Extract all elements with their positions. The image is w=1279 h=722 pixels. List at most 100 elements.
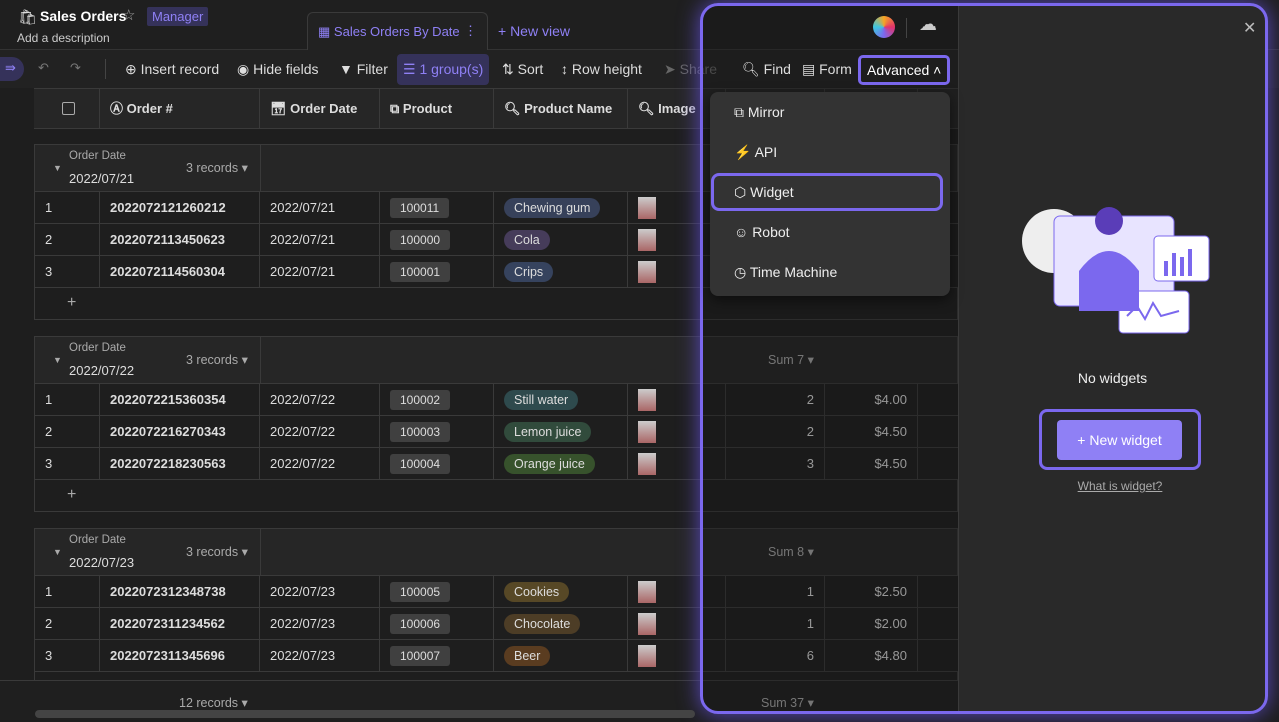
horizontal-scrollbar[interactable] [35, 710, 695, 718]
mirror-icon: ⧉ [734, 104, 744, 120]
datasheet-title[interactable]: Sales Orders [40, 8, 126, 24]
date-cell[interactable]: 2022/07/22 [260, 384, 380, 416]
order-cell[interactable]: 2022072311234562 [100, 608, 260, 640]
row-number[interactable]: 2 [34, 608, 100, 640]
cube-icon: ⬡ [734, 184, 747, 200]
menu-item-robot[interactable]: ☺ Robot [734, 224, 790, 240]
product-image [638, 229, 656, 251]
product-cell[interactable]: 100003 [380, 416, 494, 448]
row-height-button[interactable]: ↕ Row height [561, 61, 642, 77]
product-name-cell[interactable]: Beer [494, 640, 628, 672]
plug-icon: ⚡ [734, 144, 752, 160]
row-number[interactable]: 1 [34, 192, 100, 224]
plus-circle-icon: ⊕ [125, 61, 137, 77]
menu-item-api[interactable]: ⚡ API [734, 144, 777, 161]
filter-button[interactable]: ▼ Filter [339, 61, 388, 77]
insert-record-button[interactable]: ⊕ Insert record [125, 61, 219, 78]
menu-item-widget[interactable]: ⬡ Widget [734, 184, 794, 201]
find-button[interactable]: 🔍︎ Find [742, 61, 791, 78]
product-image [638, 581, 656, 603]
tab-sales-orders-by-date[interactable]: ▦ Sales Orders By Date ⋮ [307, 12, 488, 51]
undo-icon[interactable]: ↶ [38, 60, 49, 76]
order-cell[interactable]: 2022072114560304 [100, 256, 260, 288]
column-header[interactable]: 📅︎ Order Date [260, 88, 380, 129]
date-cell[interactable]: 2022/07/21 [260, 224, 380, 256]
product-name-cell[interactable]: Cola [494, 224, 628, 256]
row-number[interactable]: 3 [34, 640, 100, 672]
row-number[interactable]: 3 [34, 256, 100, 288]
product-image [638, 613, 656, 635]
product-cell[interactable]: 100011 [380, 192, 494, 224]
row-number[interactable]: 1 [34, 576, 100, 608]
collapse-icon: ▼ [53, 547, 62, 557]
product-name-cell[interactable]: Still water [494, 384, 628, 416]
product-name-cell[interactable]: Orange juice [494, 448, 628, 480]
date-cell[interactable]: 2022/07/22 [260, 448, 380, 480]
menu-item-time-machine[interactable]: ◷ Time Machine [734, 264, 837, 281]
product-cell[interactable]: 100007 [380, 640, 494, 672]
date-cell[interactable]: 2022/07/23 [260, 608, 380, 640]
star-icon[interactable]: ☆ [122, 6, 135, 24]
tab-label: Sales Orders By Date [333, 24, 460, 39]
record-count: 3 records ▾ [186, 353, 248, 367]
product-cell[interactable]: 100005 [380, 576, 494, 608]
field-type-icon: 🔍︎ [504, 101, 521, 116]
product-name-cell[interactable]: Chewing gum [494, 192, 628, 224]
row-number[interactable]: 2 [34, 416, 100, 448]
row-number[interactable]: 1 [34, 384, 100, 416]
order-cell[interactable]: 2022072312348738 [100, 576, 260, 608]
sidebar-toggle-icon[interactable]: ⇛ [0, 57, 24, 81]
product-cell[interactable]: 100004 [380, 448, 494, 480]
group-button[interactable]: ☰ 1 group(s) [397, 54, 490, 85]
order-cell[interactable]: 2022072113450623 [100, 224, 260, 256]
menu-item-mirror[interactable]: ⧉ Mirror [734, 104, 784, 121]
product-cell[interactable]: 100006 [380, 608, 494, 640]
collapse-icon: ▼ [53, 163, 62, 173]
order-cell[interactable]: 2022072216270343 [100, 416, 260, 448]
date-cell[interactable]: 2022/07/23 [260, 640, 380, 672]
description[interactable]: Add a description [17, 31, 110, 45]
product-cell[interactable]: 100002 [380, 384, 494, 416]
new-view-button[interactable]: + New view [498, 23, 570, 39]
date-cell[interactable]: 2022/07/23 [260, 576, 380, 608]
header-checkbox[interactable] [34, 88, 100, 129]
field-type-icon: 📅︎ [270, 101, 287, 116]
column-header[interactable]: 🔍︎ Product Name [494, 88, 628, 129]
order-cell[interactable]: 2022072218230563 [100, 448, 260, 480]
order-cell[interactable]: 2022072121260212 [100, 192, 260, 224]
order-cell[interactable]: 2022072215360354 [100, 384, 260, 416]
row-number[interactable]: 3 [34, 448, 100, 480]
date-cell[interactable]: 2022/07/21 [260, 192, 380, 224]
total-records: 12 records ▾ [179, 696, 248, 710]
avatar[interactable] [873, 16, 895, 38]
history-icon: ◷ [734, 264, 747, 280]
chevron-up-icon: ˄ [933, 62, 942, 78]
product-name-cell[interactable]: Lemon juice [494, 416, 628, 448]
cloud-icon[interactable]: ☁ [919, 14, 937, 35]
bag-icon: 🛍 [18, 9, 38, 26]
field-type-icon: 🔍︎ [638, 101, 655, 116]
product-image [638, 389, 656, 411]
row-number[interactable]: 2 [34, 224, 100, 256]
grid-icon: ▦ [318, 24, 331, 39]
date-cell[interactable]: 2022/07/22 [260, 416, 380, 448]
advanced-button[interactable]: Advanced ˄ [858, 55, 951, 85]
redo-icon[interactable]: ↷ [70, 60, 81, 76]
column-header[interactable]: Ⓐ Order # [100, 88, 260, 129]
form-button[interactable]: ▤ Form [802, 61, 852, 78]
order-cell[interactable]: 2022072311345696 [100, 640, 260, 672]
product-name-cell[interactable]: Chocolate [494, 608, 628, 640]
product-cell[interactable]: 100000 [380, 224, 494, 256]
group-icon: ☰ [403, 61, 416, 77]
date-cell[interactable]: 2022/07/21 [260, 256, 380, 288]
send-icon: ➤ [664, 61, 676, 77]
product-name-cell[interactable]: Crips [494, 256, 628, 288]
sort-button[interactable]: ⇅ Sort [502, 61, 543, 78]
product-name-cell[interactable]: Cookies [494, 576, 628, 608]
hide-fields-button[interactable]: ◉ Hide fields [237, 61, 318, 78]
product-cell[interactable]: 100001 [380, 256, 494, 288]
select-all-checkbox [62, 102, 75, 115]
eye-icon: ◉ [237, 61, 250, 77]
column-header[interactable]: ⧉ Product [380, 88, 494, 129]
more-icon[interactable]: ⋮ [464, 23, 477, 39]
